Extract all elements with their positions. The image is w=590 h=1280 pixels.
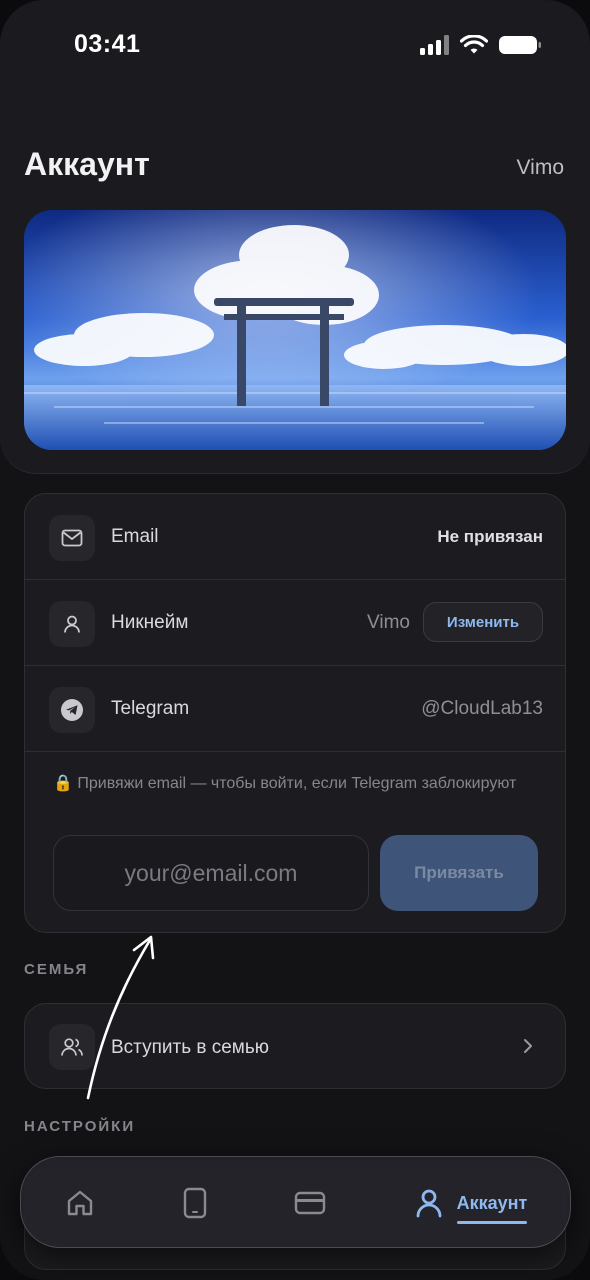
- home-icon: [67, 1190, 93, 1216]
- settings-section-label: НАСТРОЙКИ: [24, 1118, 136, 1135]
- tab-home[interactable]: [41, 1157, 119, 1249]
- banner-image: [24, 210, 566, 450]
- page-title: Аккаунт: [24, 146, 150, 182]
- email-hint: 🔒 Привяжи email — чтобы войти, если Tele…: [53, 775, 517, 792]
- tab-account-label: Аккаунт: [456, 1192, 528, 1224]
- card-icon: [294, 1191, 326, 1215]
- phone-icon: [183, 1187, 207, 1219]
- telegram-handle: @CloudLab13: [421, 698, 543, 719]
- user-icon: [416, 1189, 442, 1218]
- chevron-right-icon: [524, 1039, 532, 1053]
- email-row: Email Не привязан: [25, 494, 565, 580]
- edit-nickname-button[interactable]: Изменить: [423, 602, 543, 642]
- tab-devices[interactable]: [156, 1157, 234, 1249]
- bottom-tab-bar: Аккаунт: [20, 1156, 571, 1248]
- nickname-label: Никнейм: [111, 612, 189, 633]
- wifi-icon: [460, 35, 488, 54]
- app-screen: 03:41 Аккаунт Vimo Email Не привязан Ник…: [0, 0, 590, 1280]
- email-input[interactable]: [53, 835, 369, 911]
- status-icons: [420, 34, 542, 56]
- bind-email-button[interactable]: Привязать: [380, 835, 538, 911]
- join-family-label: Вступить в семью: [111, 1037, 270, 1058]
- nickname-value: Vimo: [367, 612, 410, 633]
- header-username: Vimo: [516, 156, 564, 179]
- telegram-icon: [49, 687, 95, 733]
- join-family-button[interactable]: Вступить в семью: [24, 1003, 566, 1089]
- tab-payment[interactable]: [271, 1157, 349, 1249]
- email-status: Не привязан: [437, 527, 543, 546]
- telegram-label: Telegram: [111, 698, 190, 719]
- battery-icon: [499, 36, 541, 54]
- family-section-label: СЕМЬЯ: [24, 961, 89, 978]
- account-card: Email Не привязан Никнейм Vimo Изменить …: [24, 493, 566, 933]
- header-panel: 03:41 Аккаунт Vimo: [0, 0, 590, 474]
- signal-icon: [420, 35, 449, 55]
- status-time: 03:41: [74, 30, 141, 58]
- mail-icon: [49, 515, 95, 561]
- nickname-row: Никнейм Vimo Изменить: [25, 580, 565, 666]
- user-icon: [49, 601, 95, 647]
- users-icon: [49, 1024, 95, 1070]
- telegram-row: Telegram @CloudLab13: [25, 666, 565, 752]
- email-label: Email: [111, 526, 159, 547]
- tab-account[interactable]: Аккаунт: [401, 1157, 541, 1249]
